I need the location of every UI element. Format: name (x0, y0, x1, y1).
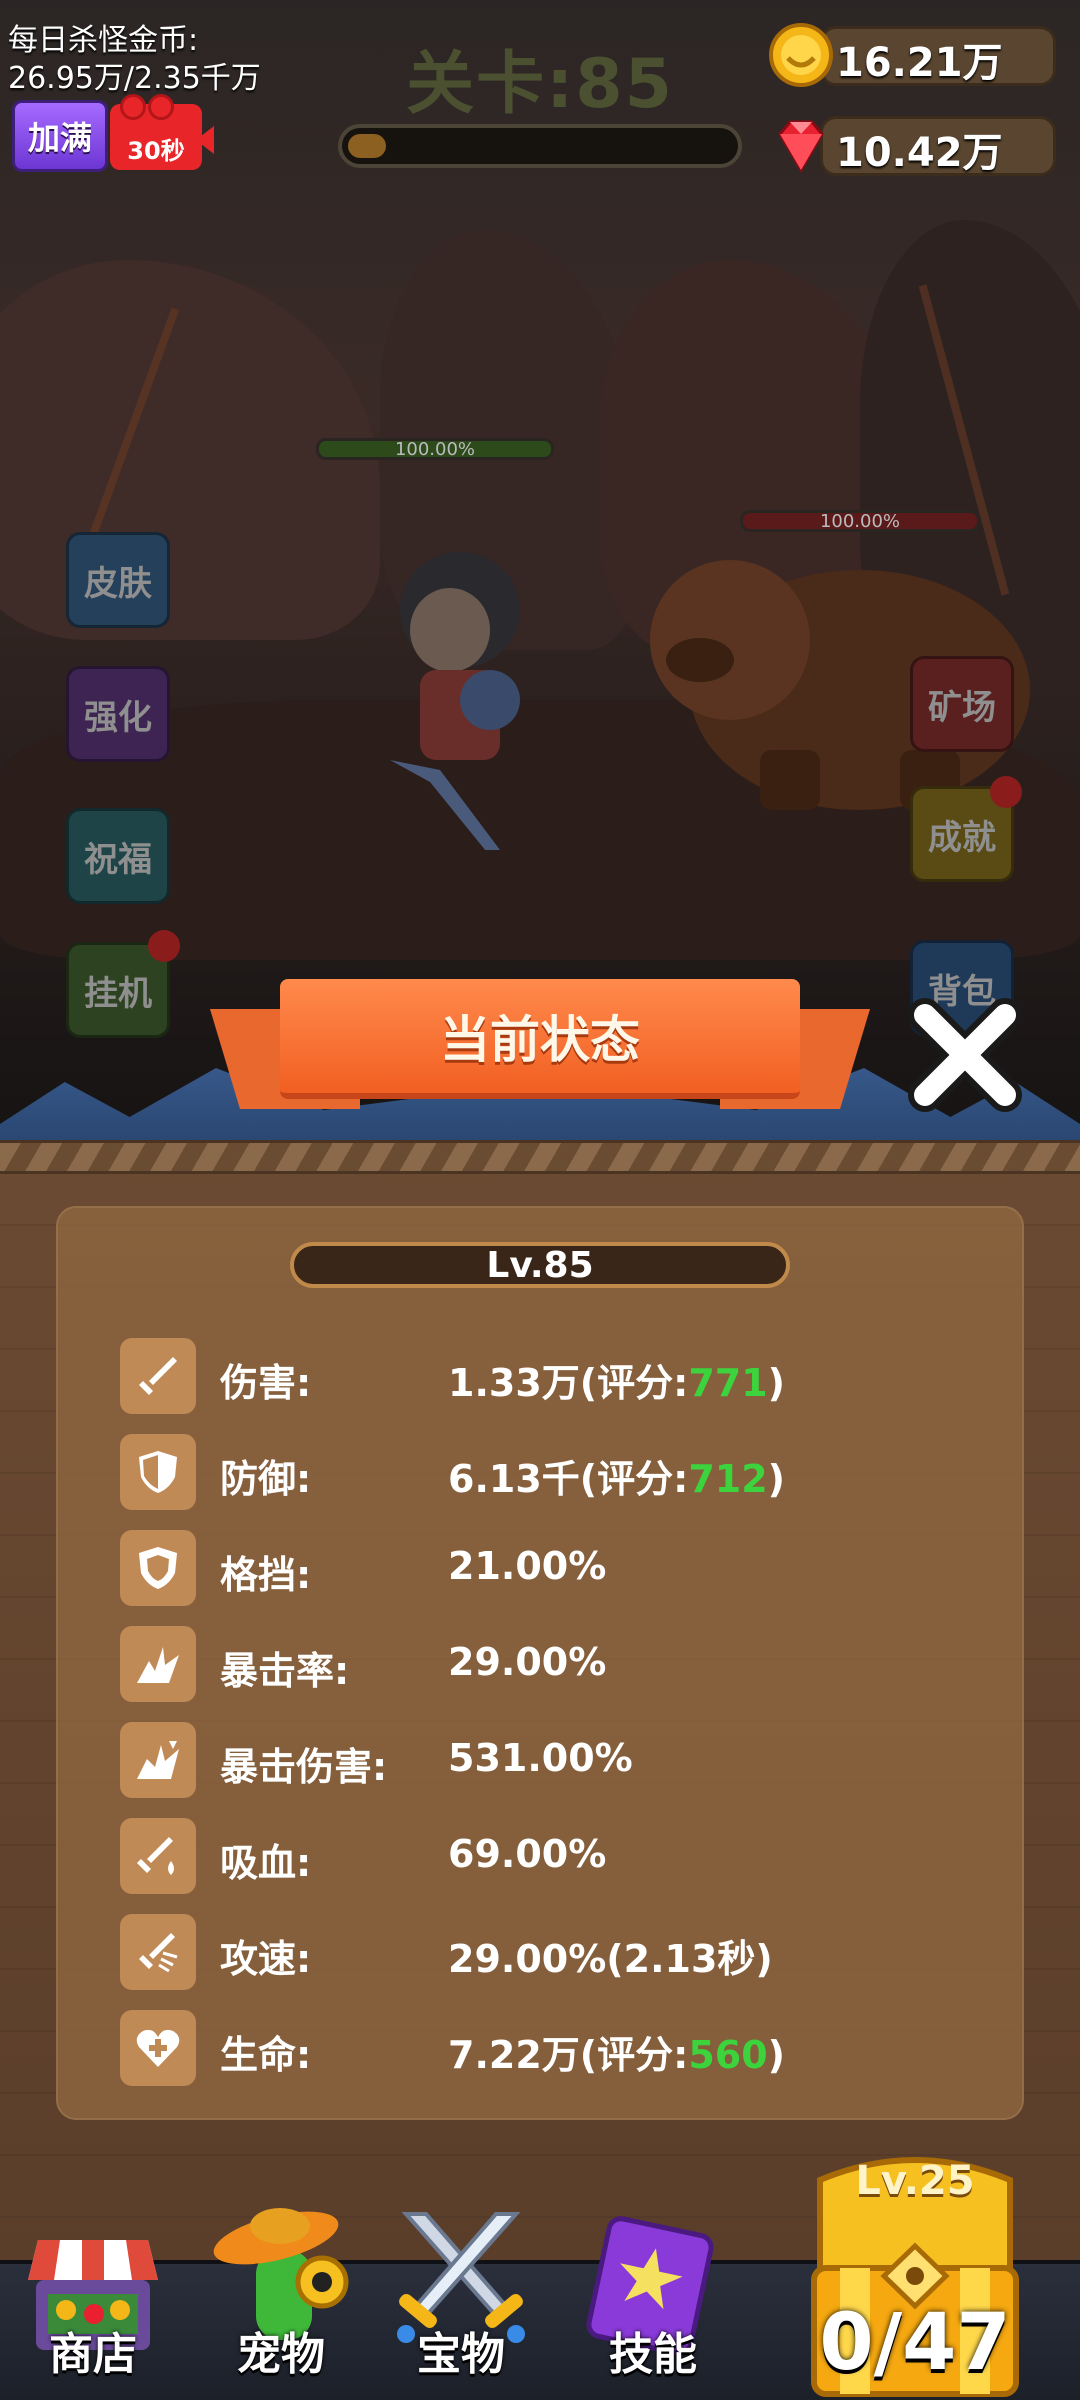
player-level: Lv.85 (290, 1242, 790, 1288)
stat-value: 69.00% (448, 1832, 607, 1876)
stat-label: 生命: (220, 2033, 312, 2077)
ruby-gem-icon (778, 120, 824, 173)
stat-value: 6.13千(评分:712) (448, 1448, 785, 1503)
stat-score: 712 (688, 1457, 768, 1501)
stat-value-text: 7.22万(评分: (448, 2033, 689, 2077)
nav-treasure[interactable]: 宝物 (376, 2190, 546, 2400)
camera-lens-icon (196, 126, 214, 154)
stat-row-lifesteal: 吸血: 69.00% (120, 1818, 980, 1894)
nav-treasure-label: 宝物 (417, 2329, 505, 2380)
stat-value-text: 1.33万(评分: (448, 1361, 689, 1405)
stat-label: 防御: (220, 1457, 312, 1501)
lifesteal-icon (120, 1818, 196, 1894)
stage-progress-fill (348, 134, 386, 158)
stat-suffix: ) (767, 1457, 786, 1501)
stat-suffix: ) (767, 2033, 786, 2077)
nav-shop-label: 商店 (49, 2329, 137, 2380)
stat-value: 29.00%(2.13秒) (448, 1937, 773, 1981)
hero-hp-text: 100.00% (394, 439, 476, 460)
stat-row-block: 格挡: 21.00% (120, 1530, 980, 1606)
block-shield-icon (120, 1530, 196, 1606)
stat-value: 531.00% (448, 1736, 633, 1780)
side-button-blessing[interactable]: 祝福 (66, 808, 170, 904)
stat-label: 暴击率: (220, 1649, 350, 1693)
nav-pets[interactable]: 宠物 (196, 2190, 366, 2400)
crit-burst-icon (120, 1626, 196, 1702)
notification-dot (148, 930, 180, 962)
stat-label: 吸血: (220, 1841, 312, 1885)
stat-label: 格挡: (220, 1553, 312, 1597)
stat-value: 21.00% (448, 1544, 607, 1588)
close-icon (908, 998, 1022, 1112)
side-button-enhance[interactable]: 强化 (66, 666, 170, 762)
status-panel-banner: 当前状态 (210, 975, 870, 1131)
stat-value: 29.00% (448, 1640, 607, 1684)
stat-row-damage: 伤害: 1.33万(评分:771) (120, 1338, 980, 1414)
stat-value: 1.33万(评分:771) (448, 1352, 785, 1407)
heart-plus-icon (120, 2010, 196, 2086)
stat-row-defense: 防御: 6.13千(评分:712) (120, 1434, 980, 1510)
chest-level: Lv.25 (855, 2158, 975, 2204)
attack-speed-icon (120, 1914, 196, 1990)
stat-label: 伤害: (220, 1361, 312, 1405)
stat-label: 暴击伤害: (220, 1745, 388, 1789)
stat-value: 7.22万(评分:560) (448, 2024, 785, 2079)
hero-character (390, 552, 520, 850)
stat-row-crit-damage: 暴击伤害: 531.00% (120, 1722, 980, 1798)
stat-row-health: 生命: 7.22万(评分:560) (120, 2010, 980, 2086)
stat-value-text: 6.13千(评分: (448, 1457, 689, 1501)
stat-score: 560 (688, 2033, 768, 2077)
hero-hp-bar: 100.00% (316, 438, 554, 460)
nav-pets-label: 宠物 (237, 2329, 325, 2380)
nav-shop[interactable]: 商店 (8, 2190, 178, 2400)
nav-skills[interactable]: 技能 (568, 2190, 738, 2400)
stat-score: 771 (688, 1361, 768, 1405)
crit-damage-icon (120, 1722, 196, 1798)
sword-icon (120, 1338, 196, 1414)
stat-row-crit-rate: 暴击率: 29.00% (120, 1626, 980, 1702)
stat-suffix: ) (767, 1361, 786, 1405)
close-button[interactable] (900, 990, 1030, 1120)
stat-label: 攻速: (220, 1937, 312, 1981)
gem-amount: 10.42万 (836, 130, 1003, 176)
video-timer: 30秒 (127, 137, 185, 165)
gold-amount: 16.21万 (836, 40, 1003, 86)
stat-row-attack-speed: 攻速: 29.00%(2.13秒) (120, 1914, 980, 1990)
side-button-mine[interactable]: 矿场 (910, 656, 1014, 752)
panel-rope-border (0, 1140, 1080, 1174)
gold-coin-icon (769, 23, 833, 87)
status-panel-title: 当前状态 (280, 979, 800, 1099)
shield-icon (120, 1434, 196, 1510)
nav-skills-label: 技能 (609, 2329, 697, 2380)
stage-progress-bar (338, 124, 742, 168)
side-button-skin[interactable]: 皮肤 (66, 532, 170, 628)
chest-count: 0/47 (819, 2298, 1011, 2388)
notification-dot (990, 776, 1022, 808)
